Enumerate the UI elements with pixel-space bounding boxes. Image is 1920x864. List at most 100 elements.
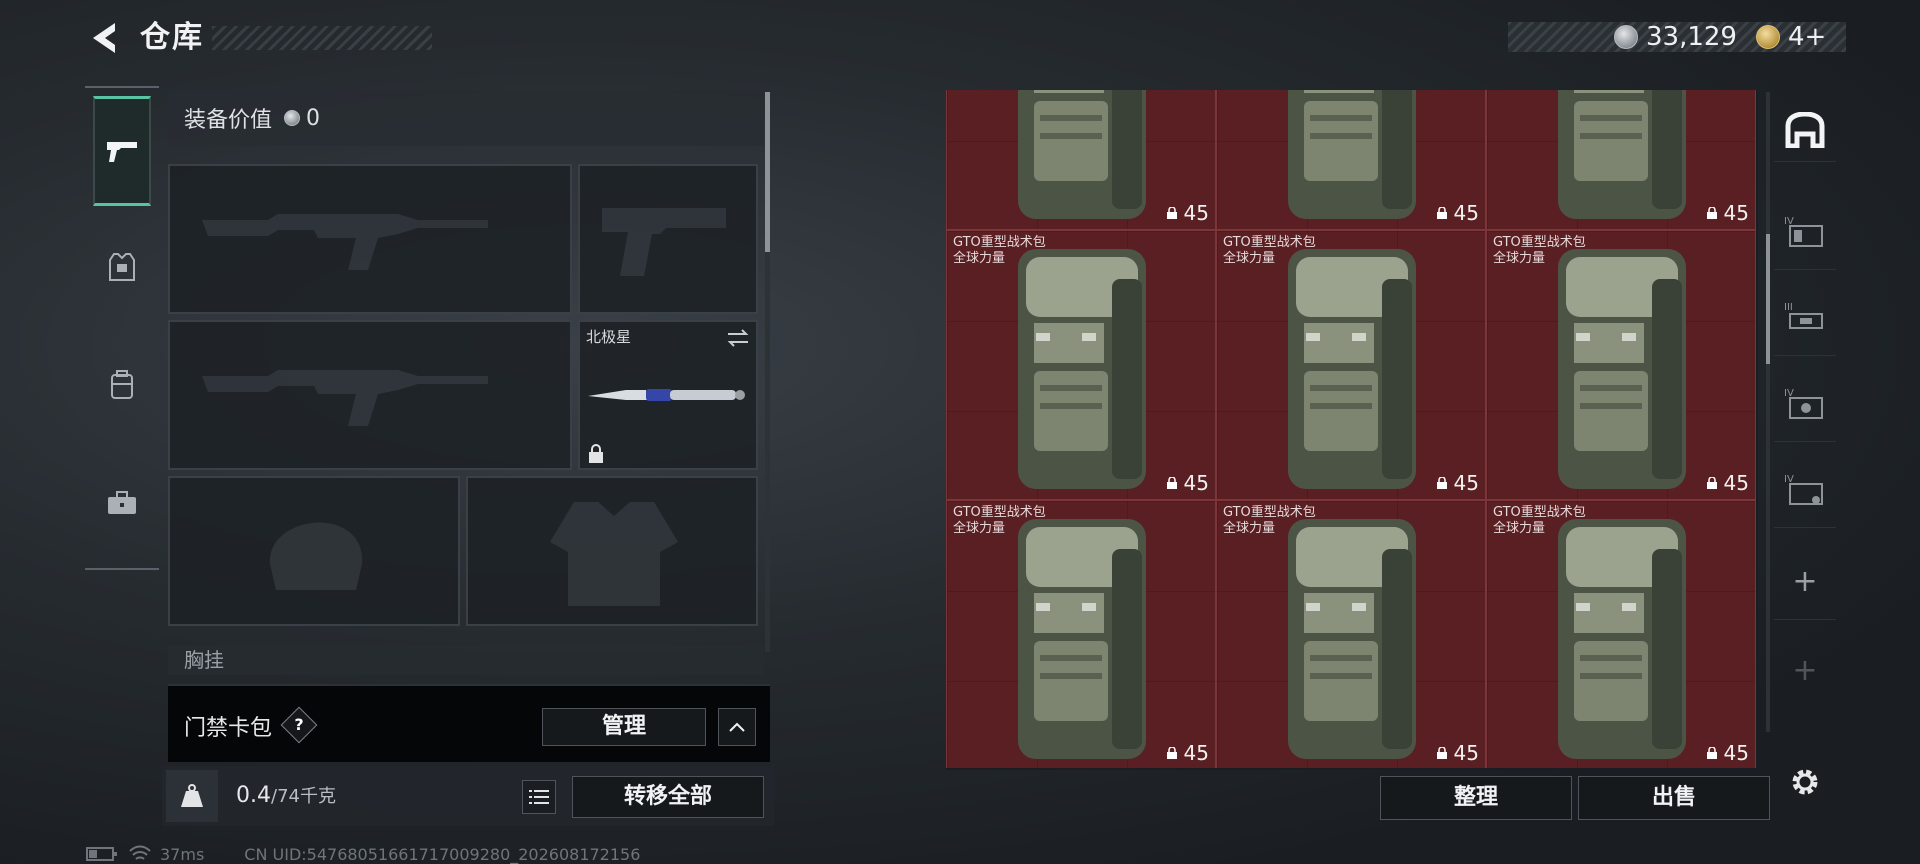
svg-text:III: III bbox=[1784, 302, 1793, 313]
settings-button[interactable] bbox=[1774, 758, 1836, 806]
nav-toolkit[interactable] bbox=[93, 448, 151, 558]
value-coin-icon bbox=[284, 110, 301, 126]
item-value: 45 bbox=[1453, 201, 1479, 225]
storage-items: 45 45 45 GTO重型战术包 全球力量 45 GTO重型战术包 全球力量 … bbox=[946, 90, 1762, 768]
collapse-button[interactable] bbox=[718, 708, 756, 746]
helmet-slot[interactable] bbox=[168, 476, 460, 626]
equipment-scroll-thumb[interactable] bbox=[765, 92, 770, 252]
back-arrow-icon bbox=[93, 23, 115, 53]
top-bar: 仓库 33,129 4+ bbox=[0, 0, 1920, 80]
weight-readout: 0.4/74千克 bbox=[236, 782, 336, 808]
sell-button[interactable]: 出售 bbox=[1578, 776, 1770, 820]
storage-item-gto-backpack[interactable]: GTO重型战术包 全球力量 45 bbox=[1216, 230, 1486, 500]
list-icon bbox=[529, 790, 549, 804]
storage-tabs-rail: IV III IV IV + + bbox=[1774, 90, 1836, 820]
silver-coin-icon bbox=[1614, 25, 1638, 49]
small-lock-icon bbox=[1706, 207, 1717, 219]
storage-item-gto-backpack[interactable]: GTO重型战术包 全球力量 45 bbox=[946, 500, 1216, 768]
pistol-silhouette-icon bbox=[602, 208, 726, 276]
weight-icon bbox=[166, 770, 218, 822]
item-subtitle: 全球力量 bbox=[1223, 521, 1276, 536]
item-value-badge: 45 bbox=[1706, 471, 1749, 495]
equipment-panel: 装备价值 0 北极星 bbox=[168, 90, 764, 690]
secondary-weapon-slot[interactable] bbox=[168, 320, 572, 470]
item-name: GTO重型战术包 全球力量 bbox=[953, 235, 1046, 267]
item-subtitle: 全球力量 bbox=[1493, 251, 1546, 266]
nav-weapons[interactable] bbox=[93, 96, 151, 206]
title-stripe-decoration bbox=[212, 26, 432, 50]
back-button[interactable] bbox=[84, 18, 124, 58]
item-value: 45 bbox=[1183, 471, 1209, 495]
storage-item-gto-backpack[interactable]: GTO重型战术包 全球力量 45 bbox=[1486, 500, 1756, 768]
tier-case-icon: III bbox=[1784, 302, 1823, 329]
storage-item-gto-backpack[interactable]: GTO重型战术包 全球力量 45 bbox=[1486, 230, 1756, 500]
storage-grid: 45 45 45 GTO重型战术包 全球力量 45 GTO重型战术包 全球力量 … bbox=[946, 90, 1758, 770]
item-name: GTO重型战术包 全球力量 bbox=[1493, 235, 1586, 267]
nav-backpack[interactable] bbox=[93, 330, 151, 440]
small-lock-icon bbox=[1436, 207, 1447, 219]
warehouse-icon bbox=[1785, 111, 1825, 148]
item-value-badge: 45 bbox=[1166, 471, 1209, 495]
list-view-button[interactable] bbox=[522, 780, 556, 814]
backpack-icon bbox=[111, 370, 133, 399]
rail-warehouse[interactable] bbox=[1774, 98, 1836, 162]
storage-item-gto-backpack[interactable]: 45 bbox=[1216, 90, 1486, 230]
uid-text: CN UID:547680516617170092​80_20260817215… bbox=[244, 844, 641, 864]
rail-tier4-case-b[interactable]: IV bbox=[1774, 366, 1836, 442]
tactical-backpack-icon bbox=[1018, 90, 1146, 219]
pistol-icon bbox=[107, 142, 137, 162]
item-value-badge: 45 bbox=[1706, 201, 1749, 225]
storage-scroll-thumb[interactable] bbox=[1766, 234, 1770, 364]
item-value: 45 bbox=[1183, 741, 1209, 765]
manage-button[interactable]: 管理 bbox=[542, 708, 706, 746]
item-subtitle: 全球力量 bbox=[953, 521, 1006, 536]
rail-tier4-case-c[interactable]: IV bbox=[1774, 452, 1836, 528]
chest-rig-row[interactable]: 胸挂 bbox=[168, 645, 764, 675]
storage-item-gto-backpack[interactable]: GTO重型战术包 全球力量 45 bbox=[946, 230, 1216, 500]
storage-item-gto-backpack[interactable]: GTO重型战术包 全球力量 45 bbox=[1216, 500, 1486, 768]
small-lock-icon bbox=[1436, 747, 1447, 759]
knife-icon bbox=[588, 389, 745, 401]
item-name: GTO重型战术包 全球力量 bbox=[1493, 505, 1586, 537]
gold-currency[interactable]: 4+ bbox=[1756, 20, 1826, 54]
rail-tier3-case[interactable]: III bbox=[1774, 280, 1836, 356]
equipment-scrollbar[interactable] bbox=[765, 92, 770, 652]
storage-scrollbar[interactable] bbox=[1766, 92, 1770, 732]
item-value-badge: 45 bbox=[1436, 201, 1479, 225]
transfer-all-button[interactable]: 转移全部 bbox=[572, 776, 764, 818]
silver-currency[interactable]: 33,129 bbox=[1614, 20, 1737, 54]
wifi-icon bbox=[129, 845, 151, 860]
tactical-backpack-icon bbox=[1288, 249, 1416, 489]
storage-item-gto-backpack[interactable]: 45 bbox=[1486, 90, 1756, 230]
briefcase-icon bbox=[108, 491, 136, 514]
item-value: 45 bbox=[1723, 201, 1749, 225]
weight-current: 0.4 bbox=[236, 783, 271, 808]
small-lock-icon bbox=[1166, 747, 1177, 759]
item-name: GTO重型战术包 全球力量 bbox=[1223, 235, 1316, 267]
rifle-silhouette-icon bbox=[202, 370, 488, 426]
item-subtitle: 全球力量 bbox=[1493, 521, 1546, 536]
category-nav bbox=[85, 86, 159, 570]
equipment-value-label: 装备价值 bbox=[184, 108, 273, 133]
item-name: GTO重型战术包 全球力量 bbox=[953, 505, 1046, 537]
rail-tier4-case-a[interactable]: IV bbox=[1774, 194, 1836, 270]
item-title: GTO重型战术包 bbox=[953, 235, 1046, 250]
item-value: 45 bbox=[1723, 471, 1749, 495]
lock-icon bbox=[589, 444, 603, 463]
nav-armor[interactable] bbox=[93, 212, 151, 322]
chest-rig-label: 胸挂 bbox=[184, 648, 224, 672]
armor-silhouette-icon bbox=[550, 502, 678, 606]
rifle-silhouette-icon bbox=[202, 214, 488, 270]
help-button[interactable]: ? bbox=[280, 706, 318, 744]
storage-item-gto-backpack[interactable]: 45 bbox=[946, 90, 1216, 230]
body-armor-slot[interactable] bbox=[466, 476, 758, 626]
sidearm-slot[interactable] bbox=[578, 164, 758, 314]
rail-add-case[interactable]: + bbox=[1774, 544, 1836, 620]
tactical-backpack-icon bbox=[1558, 519, 1686, 759]
primary-weapon-slot[interactable] bbox=[168, 164, 572, 314]
melee-slot-label: 北极星 bbox=[586, 328, 632, 346]
melee-slot[interactable]: 北极星 bbox=[578, 320, 758, 470]
item-title: GTO重型战术包 bbox=[1223, 505, 1316, 520]
swap-icon[interactable] bbox=[726, 328, 750, 348]
sort-button[interactable]: 整理 bbox=[1380, 776, 1572, 820]
